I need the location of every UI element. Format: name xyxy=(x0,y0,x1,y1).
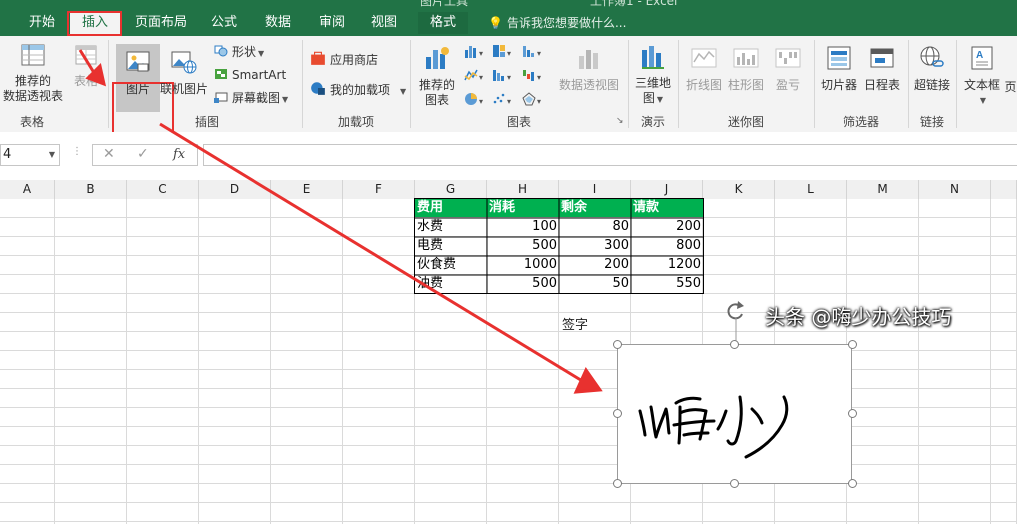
annotation-arrows xyxy=(78,49,603,394)
watermark: 头条 @嗨少办公技巧 xyxy=(765,305,952,329)
